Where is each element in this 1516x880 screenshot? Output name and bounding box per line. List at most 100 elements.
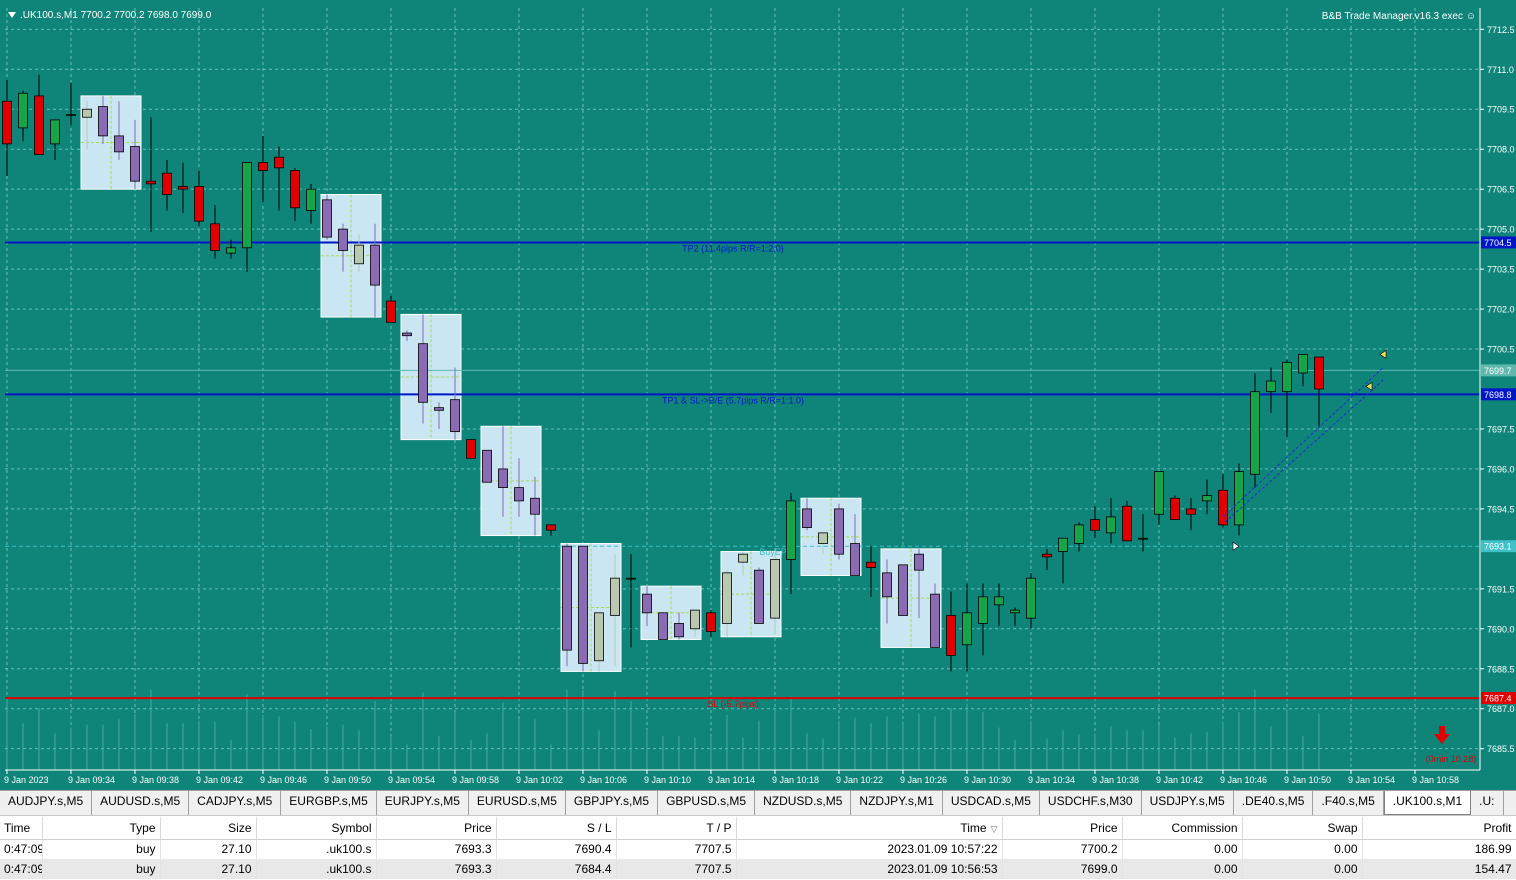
tab-nzdjpy-s-m1[interactable]: NZDJPY.s,M1	[851, 791, 943, 815]
candle-body[interactable]	[114, 135, 124, 153]
candle-body[interactable]	[354, 244, 364, 265]
table-row[interactable]: 0:47:09 buy 27.10 .uk100.s 7693.3 7684.4…	[0, 859, 1516, 879]
candle-body[interactable]	[1122, 505, 1132, 542]
candle-body[interactable]	[178, 186, 188, 190]
tab-eurgbp-s-m5[interactable]: EURGBP.s,M5	[281, 791, 377, 815]
candle-body[interactable]	[450, 399, 460, 433]
candle-body[interactable]	[930, 593, 940, 648]
candle-body[interactable]	[994, 596, 1004, 606]
candle-body[interactable]	[562, 545, 572, 651]
candle-body[interactable]	[786, 500, 796, 560]
candle-body[interactable]	[530, 497, 540, 515]
col-header-symbol[interactable]: Symbol	[256, 817, 377, 840]
candle-body[interactable]	[578, 545, 588, 664]
candle-body[interactable]	[914, 553, 924, 571]
candle-body[interactable]	[1170, 497, 1180, 520]
tab-eurusd-s-m5[interactable]: EURUSD.s,M5	[469, 791, 566, 815]
candle-body[interactable]	[338, 228, 348, 251]
candle-body[interactable]	[722, 572, 732, 624]
candle-body[interactable]	[1138, 537, 1148, 540]
candle-body[interactable]	[82, 108, 92, 118]
candle-body[interactable]	[306, 188, 316, 211]
candle-body[interactable]	[674, 623, 684, 638]
col-header-type[interactable]: Type	[42, 817, 161, 840]
candle-body[interactable]	[1106, 516, 1116, 534]
col-header-close-price[interactable]: Price	[1002, 817, 1123, 840]
tab-usdjpy-s-m5[interactable]: USDJPY.s,M5	[1142, 791, 1234, 815]
candle-body[interactable]	[162, 172, 172, 195]
collapse-triangle-icon[interactable]	[8, 12, 16, 19]
candle-body[interactable]	[386, 300, 396, 323]
tab-usdchf-s-m30[interactable]: USDCHF.s,M30	[1040, 791, 1142, 815]
tab-uk100-s-m1[interactable]: .UK100.s,M1	[1383, 791, 1472, 815]
candle-body[interactable]	[802, 508, 812, 528]
col-header-profit[interactable]: Profit	[1362, 817, 1516, 840]
candle-body[interactable]	[194, 186, 204, 222]
candle-body[interactable]	[322, 199, 332, 238]
table-row[interactable]: 0:47:09 buy 27.10 .uk100.s 7693.3 7690.4…	[0, 839, 1516, 859]
candle-body[interactable]	[1026, 577, 1036, 619]
candle-body[interactable]	[818, 532, 828, 544]
col-header-price[interactable]: Price	[376, 817, 497, 840]
candle-body[interactable]	[706, 612, 716, 632]
tab-de40-s-m5[interactable]: .DE40.s,M5	[1234, 791, 1314, 815]
candle-body[interactable]	[1058, 537, 1068, 552]
candle-body[interactable]	[98, 106, 108, 137]
candle-body[interactable]	[1010, 609, 1020, 614]
candle-body[interactable]	[66, 114, 76, 116]
candle-body[interactable]	[482, 449, 492, 483]
candle-body[interactable]	[738, 553, 748, 563]
tab-audusd-s-m5[interactable]: AUDUSD.s,M5	[92, 791, 190, 815]
col-header-tp[interactable]: T / P	[616, 817, 737, 840]
candle-body[interactable]	[2, 100, 12, 145]
tab-nzdusd-s-m5[interactable]: NZDUSD.s,M5	[755, 791, 852, 815]
candle-body[interactable]	[610, 577, 620, 616]
candle-body[interactable]	[658, 612, 668, 640]
tab-usdcad-s-m5[interactable]: USDCAD.s,M5	[943, 791, 1040, 815]
tab-eurjpy-s-m5[interactable]: EURJPY.s,M5	[377, 791, 469, 815]
tab-f40-s-m5[interactable]: .F40.s,M5	[1313, 791, 1384, 815]
candle-body[interactable]	[1314, 356, 1324, 390]
candle-body[interactable]	[626, 577, 636, 580]
candle-body[interactable]	[1266, 380, 1276, 393]
candle-body[interactable]	[834, 508, 844, 555]
candle-body[interactable]	[978, 596, 988, 624]
candle-body[interactable]	[1282, 361, 1292, 393]
candle-body[interactable]	[498, 468, 508, 488]
tab-gbpjpy-s-m5[interactable]: GBPJPY.s,M5	[566, 791, 659, 815]
candle-body[interactable]	[1074, 524, 1084, 544]
candle-body[interactable]	[18, 92, 28, 129]
candle-body[interactable]	[34, 95, 44, 155]
col-header-commission[interactable]: Commission	[1122, 817, 1243, 840]
candle-body[interactable]	[370, 244, 380, 286]
candle-body[interactable]	[210, 223, 220, 251]
col-header-size[interactable]: Size	[160, 817, 257, 840]
candle-body[interactable]	[882, 572, 892, 598]
candle-body[interactable]	[226, 247, 236, 254]
candle-body[interactable]	[242, 162, 252, 249]
candle-body[interactable]	[50, 119, 60, 145]
candle-body[interactable]	[962, 612, 972, 646]
candle-body[interactable]	[850, 543, 860, 576]
chart-canvas[interactable]: BuyEP TP2 (11.4pips R/R=1:2.0) TP1 & SL->B…	[0, 0, 1516, 790]
candle-body[interactable]	[130, 146, 140, 182]
candle-body[interactable]	[546, 524, 556, 531]
candle-body[interactable]	[866, 561, 876, 568]
candle-body[interactable]	[754, 569, 764, 624]
candle-body[interactable]	[434, 407, 444, 411]
col-header-time[interactable]: Time	[0, 817, 43, 840]
candle-body[interactable]	[290, 170, 300, 209]
candle-body[interactable]	[1186, 508, 1196, 515]
candle-body[interactable]	[1154, 471, 1164, 515]
candle-body[interactable]	[1090, 519, 1100, 531]
price-chart[interactable]: BuyEP TP2 (11.4pips R/R=1:2.0) TP1 & SL->B…	[0, 0, 1516, 790]
candle-body[interactable]	[898, 564, 908, 616]
candle-body[interactable]	[402, 332, 412, 337]
candle-body[interactable]	[1202, 495, 1212, 502]
candle-body[interactable]	[594, 612, 604, 662]
candle-body[interactable]	[1218, 489, 1228, 526]
candle-body[interactable]	[1298, 353, 1308, 374]
candle-body[interactable]	[514, 487, 524, 502]
candle-body[interactable]	[1042, 553, 1052, 558]
candle-body[interactable]	[642, 593, 652, 614]
